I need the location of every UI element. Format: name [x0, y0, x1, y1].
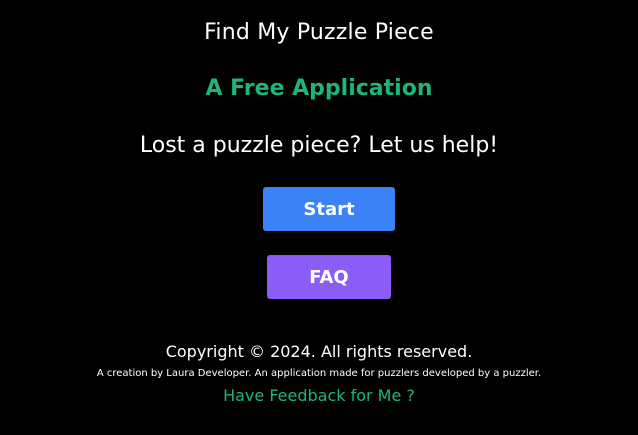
page-title: Find My Puzzle Piece: [204, 20, 434, 45]
tagline: Lost a puzzle piece? Let us help!: [139, 133, 499, 158]
feedback-link[interactable]: Have Feedback for Me ?: [0, 386, 638, 405]
credit-text: A creation by Laura Developer. An applic…: [96, 368, 542, 379]
faq-button[interactable]: FAQ: [267, 255, 391, 299]
start-button[interactable]: Start: [263, 187, 395, 231]
landing-page: Find My Puzzle Piece A Free Application …: [0, 0, 638, 435]
page-subtitle: A Free Application: [205, 76, 433, 101]
copyright-text: Copyright © 2024. All rights reserved.: [165, 342, 473, 361]
